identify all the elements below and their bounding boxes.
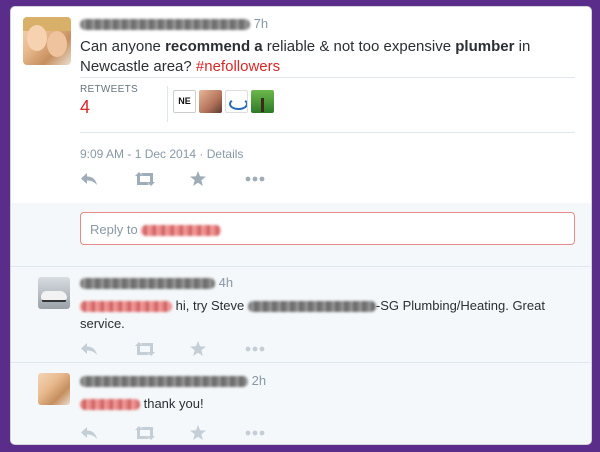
star-icon[interactable] bbox=[190, 341, 245, 356]
retweet-icon[interactable] bbox=[135, 425, 190, 440]
more-icon[interactable] bbox=[245, 346, 300, 352]
star-icon[interactable] bbox=[190, 171, 245, 186]
reply-text: thank you! bbox=[80, 395, 570, 413]
main-tweet: 7h Can anyone recommend a reliable & not… bbox=[11, 7, 591, 203]
reply-tweet-1[interactable]: 4h hi, try Steve -SG Plumbing/Heating. G… bbox=[11, 266, 591, 363]
tweet-text: Can anyone recommend a reliable & not to… bbox=[80, 38, 531, 75]
hashtag-link[interactable]: #nefollowers bbox=[196, 58, 280, 75]
tweet-time[interactable]: 7h bbox=[254, 16, 268, 31]
reply-author-avatar[interactable] bbox=[38, 373, 70, 405]
reply-time[interactable]: 4h bbox=[219, 275, 233, 290]
retweets-count: 4 bbox=[80, 97, 91, 117]
more-icon[interactable] bbox=[245, 176, 300, 182]
retweet-icon[interactable] bbox=[135, 341, 190, 356]
reply-actions bbox=[80, 341, 300, 356]
author-avatar[interactable] bbox=[23, 17, 71, 65]
mention-redacted[interactable] bbox=[80, 301, 172, 313]
reply-author-name-redacted[interactable] bbox=[80, 376, 248, 388]
reply-icon[interactable] bbox=[80, 426, 135, 440]
retweeter-avatar-eye[interactable] bbox=[199, 90, 222, 113]
reply-author-avatar[interactable] bbox=[38, 277, 70, 309]
reply-icon[interactable] bbox=[80, 342, 135, 356]
reply-composer-area: Reply to bbox=[11, 203, 591, 266]
mention-redacted[interactable] bbox=[247, 301, 376, 313]
divider bbox=[80, 77, 575, 78]
mention-redacted[interactable] bbox=[80, 399, 140, 411]
reply-input[interactable]: Reply to bbox=[80, 212, 575, 245]
retweeter-avatars: NE bbox=[173, 90, 274, 113]
reply-header: 2h bbox=[80, 373, 266, 388]
tweet-header: 7h bbox=[80, 16, 268, 31]
reply-actions bbox=[80, 425, 300, 440]
retweeter-avatar-logo[interactable] bbox=[225, 90, 248, 113]
tweet-permalink-card: 7h Can anyone recommend a reliable & not… bbox=[10, 6, 592, 445]
reply-header: 4h bbox=[80, 275, 233, 290]
retweeter-avatar-ne[interactable]: NE bbox=[173, 90, 196, 113]
retweets-label: RETWEETS bbox=[80, 84, 138, 95]
divider bbox=[80, 132, 575, 133]
stats-divider bbox=[167, 86, 168, 122]
more-icon[interactable] bbox=[245, 430, 300, 436]
tweet-meta: 9:09 AM - 1 Dec 2014 · Details bbox=[80, 147, 244, 161]
reply-icon[interactable] bbox=[80, 172, 135, 186]
reply-author-name-redacted[interactable] bbox=[80, 278, 215, 290]
retweet-icon[interactable] bbox=[135, 171, 190, 186]
tweet-timestamp[interactable]: 9:09 AM - 1 Dec 2014 bbox=[80, 147, 196, 161]
retweeter-avatar-tree[interactable] bbox=[251, 90, 274, 113]
star-icon[interactable] bbox=[190, 425, 245, 440]
tweet-actions bbox=[80, 171, 300, 186]
retweet-stats[interactable]: RETWEETS 4 bbox=[80, 84, 138, 118]
author-name-redacted[interactable] bbox=[80, 19, 250, 31]
details-link[interactable]: Details bbox=[207, 147, 244, 161]
reply-text: hi, try Steve -SG Plumbing/Heating. Grea… bbox=[80, 298, 545, 331]
reply-placeholder: Reply to bbox=[90, 222, 138, 237]
reply-tweet-2[interactable]: 2h thank you! bbox=[11, 362, 591, 444]
reply-time[interactable]: 2h bbox=[252, 373, 266, 388]
reply-handle-redacted bbox=[141, 225, 222, 237]
